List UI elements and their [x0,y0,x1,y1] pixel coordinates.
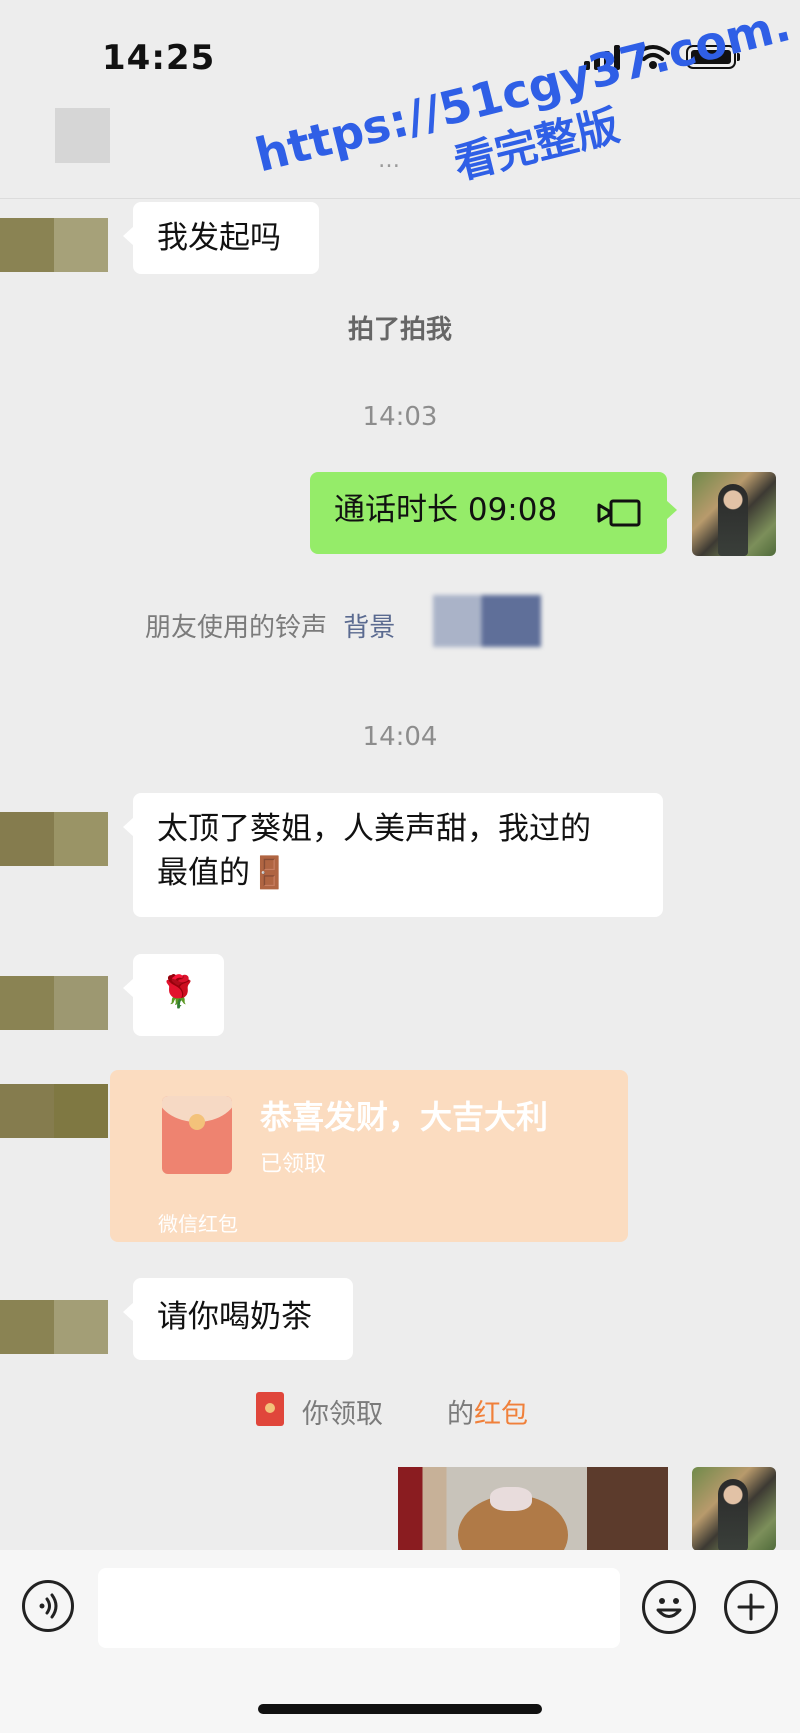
rose-emoji: 🌹 [159,974,198,1010]
blurred-ringtone-name [433,595,541,647]
call-duration: 通话时长 09:08 [334,492,558,528]
message-bubble[interactable]: 请你喝奶茶 [123,1278,353,1360]
red-packet-link[interactable]: 红包 [474,1399,528,1430]
timestamp: 14:03 [362,402,438,432]
voice-icon [39,1593,58,1619]
red-packet-footer: 微信红包 [158,1212,238,1236]
contact-avatar[interactable] [0,1300,108,1354]
contact-avatar[interactable] [0,976,108,1030]
image-message[interactable] [398,1467,668,1551]
red-packet-small-icon [256,1392,284,1426]
message-text: 请你喝奶茶 [157,1299,312,1335]
message-bubble[interactable]: 🌹 [123,954,224,1036]
home-indicator [258,1704,542,1714]
notice-suffix: 的 [447,1399,474,1430]
red-packet[interactable]: 恭喜发财，大吉大利 已领取 微信红包 [110,1070,628,1242]
blurred-name [383,1397,447,1423]
my-avatar[interactable] [692,1467,776,1551]
contact-avatar[interactable] [0,1084,108,1138]
contact-avatar[interactable] [0,812,108,866]
timestamp: 14:04 [362,722,438,752]
ringtone-prefix: 朋友使用的铃声 [145,613,328,643]
emoji-icon [656,1598,682,1618]
contact-avatar[interactable] [0,218,108,272]
emoji-button[interactable] [642,1580,696,1634]
door-emoji: 🚪 [250,855,289,891]
plus-icon [737,1593,765,1621]
message-text-line2: 最值的 [157,855,250,891]
ringtone-link[interactable]: 背景 [343,613,395,643]
my-avatar[interactable] [692,472,776,556]
red-packet-status: 已领取 [260,1152,327,1177]
red-packet-icon [162,1096,232,1174]
more-button[interactable] [724,1580,778,1634]
voice-button[interactable] [22,1580,74,1632]
video-call-icon [597,499,641,527]
red-packet-received-notice: 你领取 的红包 [302,1392,528,1431]
system-pat: 拍了拍我 [347,315,452,345]
notice-prefix: 你领取 [302,1399,383,1430]
red-packet-title: 恭喜发财，大吉大利 [260,1098,549,1136]
message-bubble[interactable]: 太顶了葵姐，人美声甜，我过的 最值的🚪 [123,793,663,917]
message-text-line1: 太顶了葵姐，人美声甜，我过的 [157,811,591,847]
message-input[interactable] [98,1568,620,1648]
message-text: 我发起吗 [157,220,281,256]
ringtone-notice: 朋友使用的铃声 背景 [145,607,395,644]
call-record-bubble[interactable]: 通话时长 09:08 [310,472,677,554]
status-time: 14:25 [102,38,216,78]
header-avatar[interactable] [55,108,110,163]
input-bar [0,1550,800,1733]
watermark: https://51cgy37.com. 看完整版 [250,0,800,238]
